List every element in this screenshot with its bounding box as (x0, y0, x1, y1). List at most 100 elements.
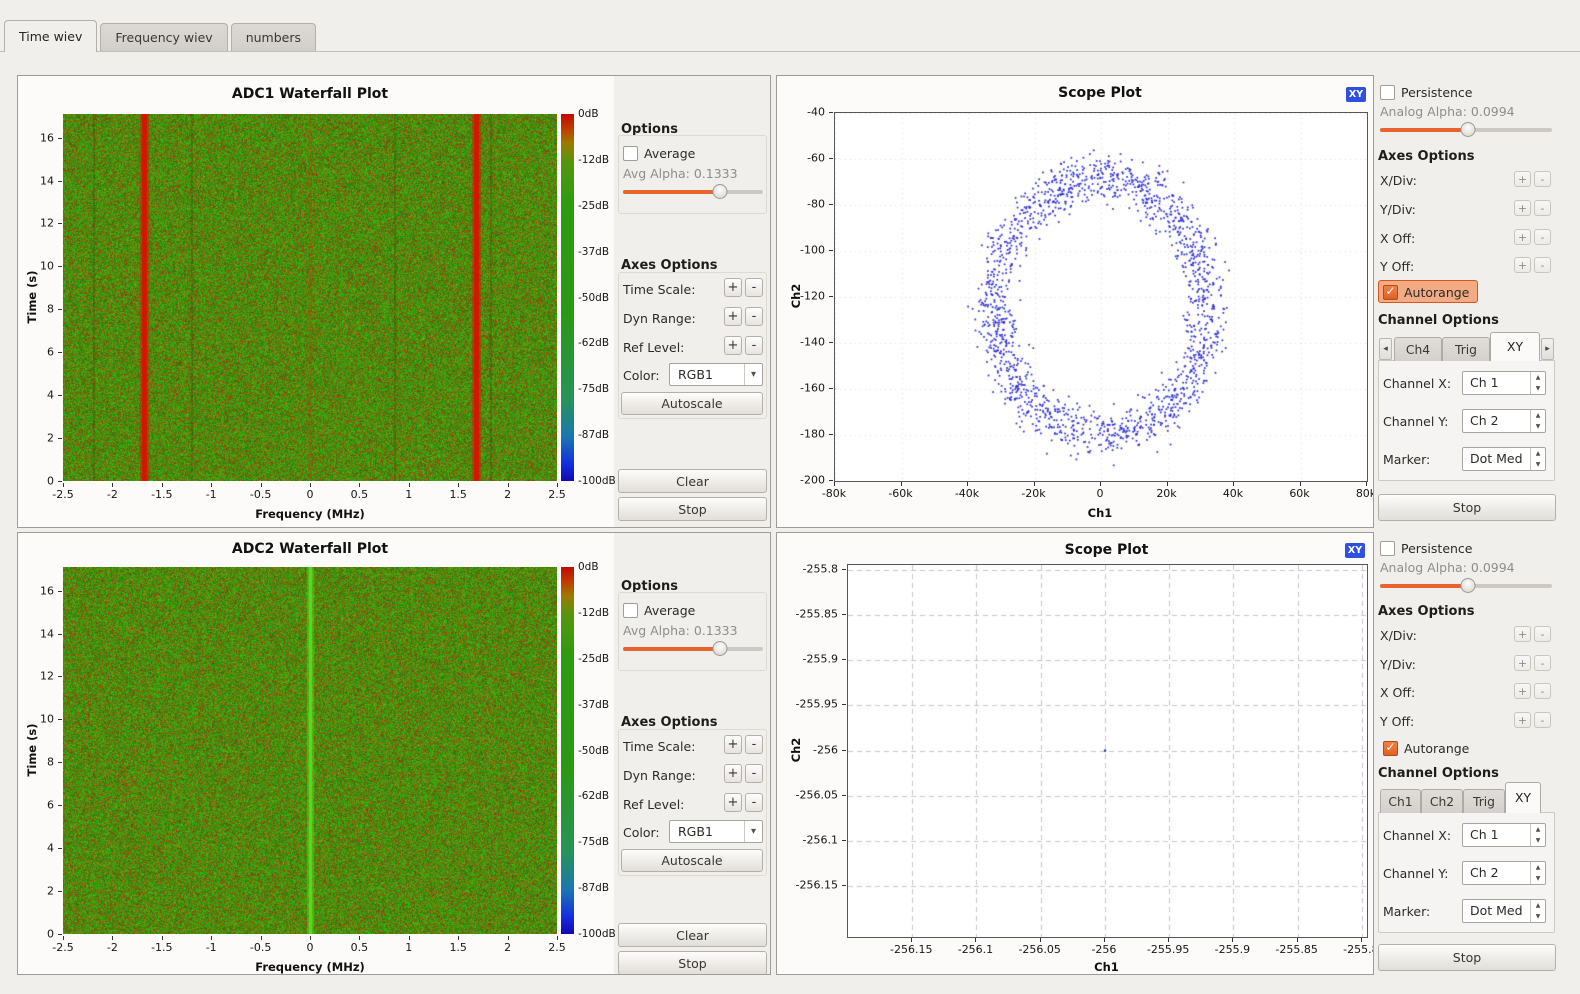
avg-alpha-slider[interactable] (623, 184, 763, 199)
channel-y-value: Ch 2 (1463, 410, 1530, 432)
tab-numbers[interactable]: numbers (231, 23, 316, 51)
y-div-increase-button[interactable]: + (1514, 200, 1531, 216)
y-off-increase-button[interactable]: + (1514, 712, 1531, 728)
time-scale-decrease-button[interactable]: - (745, 735, 763, 754)
x-div-decrease-button[interactable]: - (1534, 171, 1551, 187)
slider-track[interactable] (623, 647, 763, 651)
adc1-waterfall-plot[interactable] (63, 114, 557, 481)
tabs-scroll-left-button[interactable]: ◂ (1379, 338, 1392, 360)
ref-level-increase-button[interactable]: + (724, 793, 742, 812)
channel-tab-ch1[interactable]: Ch1 (1380, 789, 1421, 813)
autorange-checkbox[interactable]: ✓ Autorange (1383, 283, 1469, 301)
x-off-label: X Off: (1380, 685, 1415, 700)
y-div-decrease-button[interactable]: - (1534, 655, 1551, 671)
analog-alpha-slider[interactable] (1380, 122, 1552, 137)
spin-buttons[interactable]: ▲▼ (1530, 448, 1545, 470)
average-checkbox[interactable]: Average (623, 144, 695, 162)
channel-tab-ch4[interactable]: Ch4 (1394, 337, 1442, 361)
autoscale-button[interactable]: Autoscale (621, 849, 763, 872)
slider-handle[interactable] (712, 641, 727, 656)
ref-level-decrease-button[interactable]: - (745, 336, 763, 355)
marker-spinbox[interactable]: Dot Med ▲▼ (1462, 447, 1546, 471)
stop-button[interactable]: Stop (1378, 494, 1556, 521)
clear-button[interactable]: Clear (618, 469, 767, 493)
slider-handle[interactable] (1460, 578, 1475, 593)
avg-alpha-slider[interactable] (623, 641, 763, 656)
slider-handle[interactable] (712, 184, 727, 199)
scope1-plot[interactable] (834, 112, 1368, 482)
spin-buttons[interactable]: ▲▼ (1530, 900, 1545, 922)
dyn-range-increase-button[interactable]: + (724, 764, 742, 783)
channel-y-spinbox[interactable]: Ch 2 ▲▼ (1462, 409, 1546, 433)
stop-button[interactable]: Stop (618, 497, 767, 521)
clear-button[interactable]: Clear (618, 923, 767, 947)
channel-x-spinbox[interactable]: Ch 1 ▲▼ (1462, 371, 1546, 395)
scope2-plot[interactable] (847, 564, 1368, 938)
spin-buttons[interactable]: ▲▼ (1530, 824, 1545, 846)
channel-tab-xy[interactable]: XY (1505, 782, 1541, 813)
color-combobox[interactable]: RGB1 ▾ (669, 363, 763, 386)
x-off-decrease-button[interactable]: - (1534, 229, 1551, 245)
x-div-decrease-button[interactable]: - (1534, 626, 1551, 642)
channel-tab-ch2[interactable]: Ch2 (1421, 789, 1463, 813)
persistence-checkbox[interactable]: Persistence (1380, 83, 1473, 101)
adc2-waterfall-plot[interactable] (63, 567, 557, 934)
x-tick-mark (1040, 938, 1041, 942)
ref-level-increase-button[interactable]: + (724, 336, 742, 355)
channel-y-spinbox[interactable]: Ch 2 ▲▼ (1462, 861, 1546, 885)
slider-handle[interactable] (1460, 122, 1475, 137)
channel-tab-trig[interactable]: Trig (1442, 337, 1490, 361)
y-tick-label: 4 (47, 842, 54, 855)
marker-spinbox[interactable]: Dot Med ▲▼ (1462, 899, 1546, 923)
x-off-increase-button[interactable]: + (1514, 229, 1531, 245)
x-off-decrease-button[interactable]: - (1534, 683, 1551, 699)
autoscale-button[interactable]: Autoscale (621, 392, 763, 415)
tab-frequency-wiev[interactable]: Frequency wiev (100, 23, 227, 51)
time-scale-decrease-button[interactable]: - (745, 278, 763, 297)
y-tick-mark (58, 719, 62, 720)
tabs-scroll-right-button[interactable]: ▸ (1541, 338, 1554, 360)
channel-tab-trig[interactable]: Trig (1463, 789, 1505, 813)
color-combobox[interactable]: RGB1 ▾ (669, 820, 763, 843)
y-off-increase-button[interactable]: + (1514, 257, 1531, 273)
y-tick-label: -60 (807, 152, 825, 165)
analog-alpha-slider[interactable] (1380, 578, 1552, 593)
time-scale-increase-button[interactable]: + (724, 735, 742, 754)
spin-buttons[interactable]: ▲▼ (1530, 372, 1545, 394)
x-div-increase-button[interactable]: + (1514, 626, 1531, 642)
x-tick-mark (1104, 938, 1105, 942)
x-tick-label: 2.5 (548, 488, 566, 501)
spin-buttons[interactable]: ▲▼ (1530, 410, 1545, 432)
slider-track[interactable] (623, 190, 763, 194)
y-div-increase-button[interactable]: + (1514, 655, 1531, 671)
marker-value: Dot Med (1463, 900, 1530, 922)
channel-x-spinbox[interactable]: Ch 1 ▲▼ (1462, 823, 1546, 847)
ref-level-decrease-button[interactable]: - (745, 793, 763, 812)
y-tick-label: -200 (800, 474, 825, 487)
colorbar-tick-label: -50dB (578, 745, 609, 757)
y-off-decrease-button[interactable]: - (1534, 257, 1551, 273)
spin-buttons[interactable]: ▲▼ (1530, 862, 1545, 884)
y-tick-mark (842, 885, 846, 886)
x-tick-label: -2.5 (52, 488, 73, 501)
y-tick-mark (58, 309, 62, 310)
y-off-decrease-button[interactable]: - (1534, 712, 1551, 728)
stop-button[interactable]: Stop (618, 951, 767, 975)
x-off-increase-button[interactable]: + (1514, 683, 1531, 699)
time-scale-increase-button[interactable]: + (724, 278, 742, 297)
stop-button[interactable]: Stop (1378, 944, 1556, 971)
channel-y-value: Ch 2 (1463, 862, 1530, 884)
x-tick-label: 1.5 (449, 488, 467, 501)
persistence-checkbox[interactable]: Persistence (1380, 539, 1473, 557)
autorange-checkbox[interactable]: ✓ Autorange (1383, 739, 1469, 757)
dyn-range-decrease-button[interactable]: - (745, 307, 763, 326)
y-tick-mark (842, 840, 846, 841)
channel-tab-xy[interactable]: XY (1490, 332, 1540, 361)
y-div-decrease-button[interactable]: - (1534, 200, 1551, 216)
x-div-increase-button[interactable]: + (1514, 171, 1531, 187)
dyn-range-decrease-button[interactable]: - (745, 764, 763, 783)
dyn-range-increase-button[interactable]: + (724, 307, 742, 326)
average-checkbox[interactable]: Average (623, 601, 695, 619)
tab-time-wiev[interactable]: Time wiev (4, 20, 97, 52)
persistence-checkbox-box (1380, 541, 1395, 556)
